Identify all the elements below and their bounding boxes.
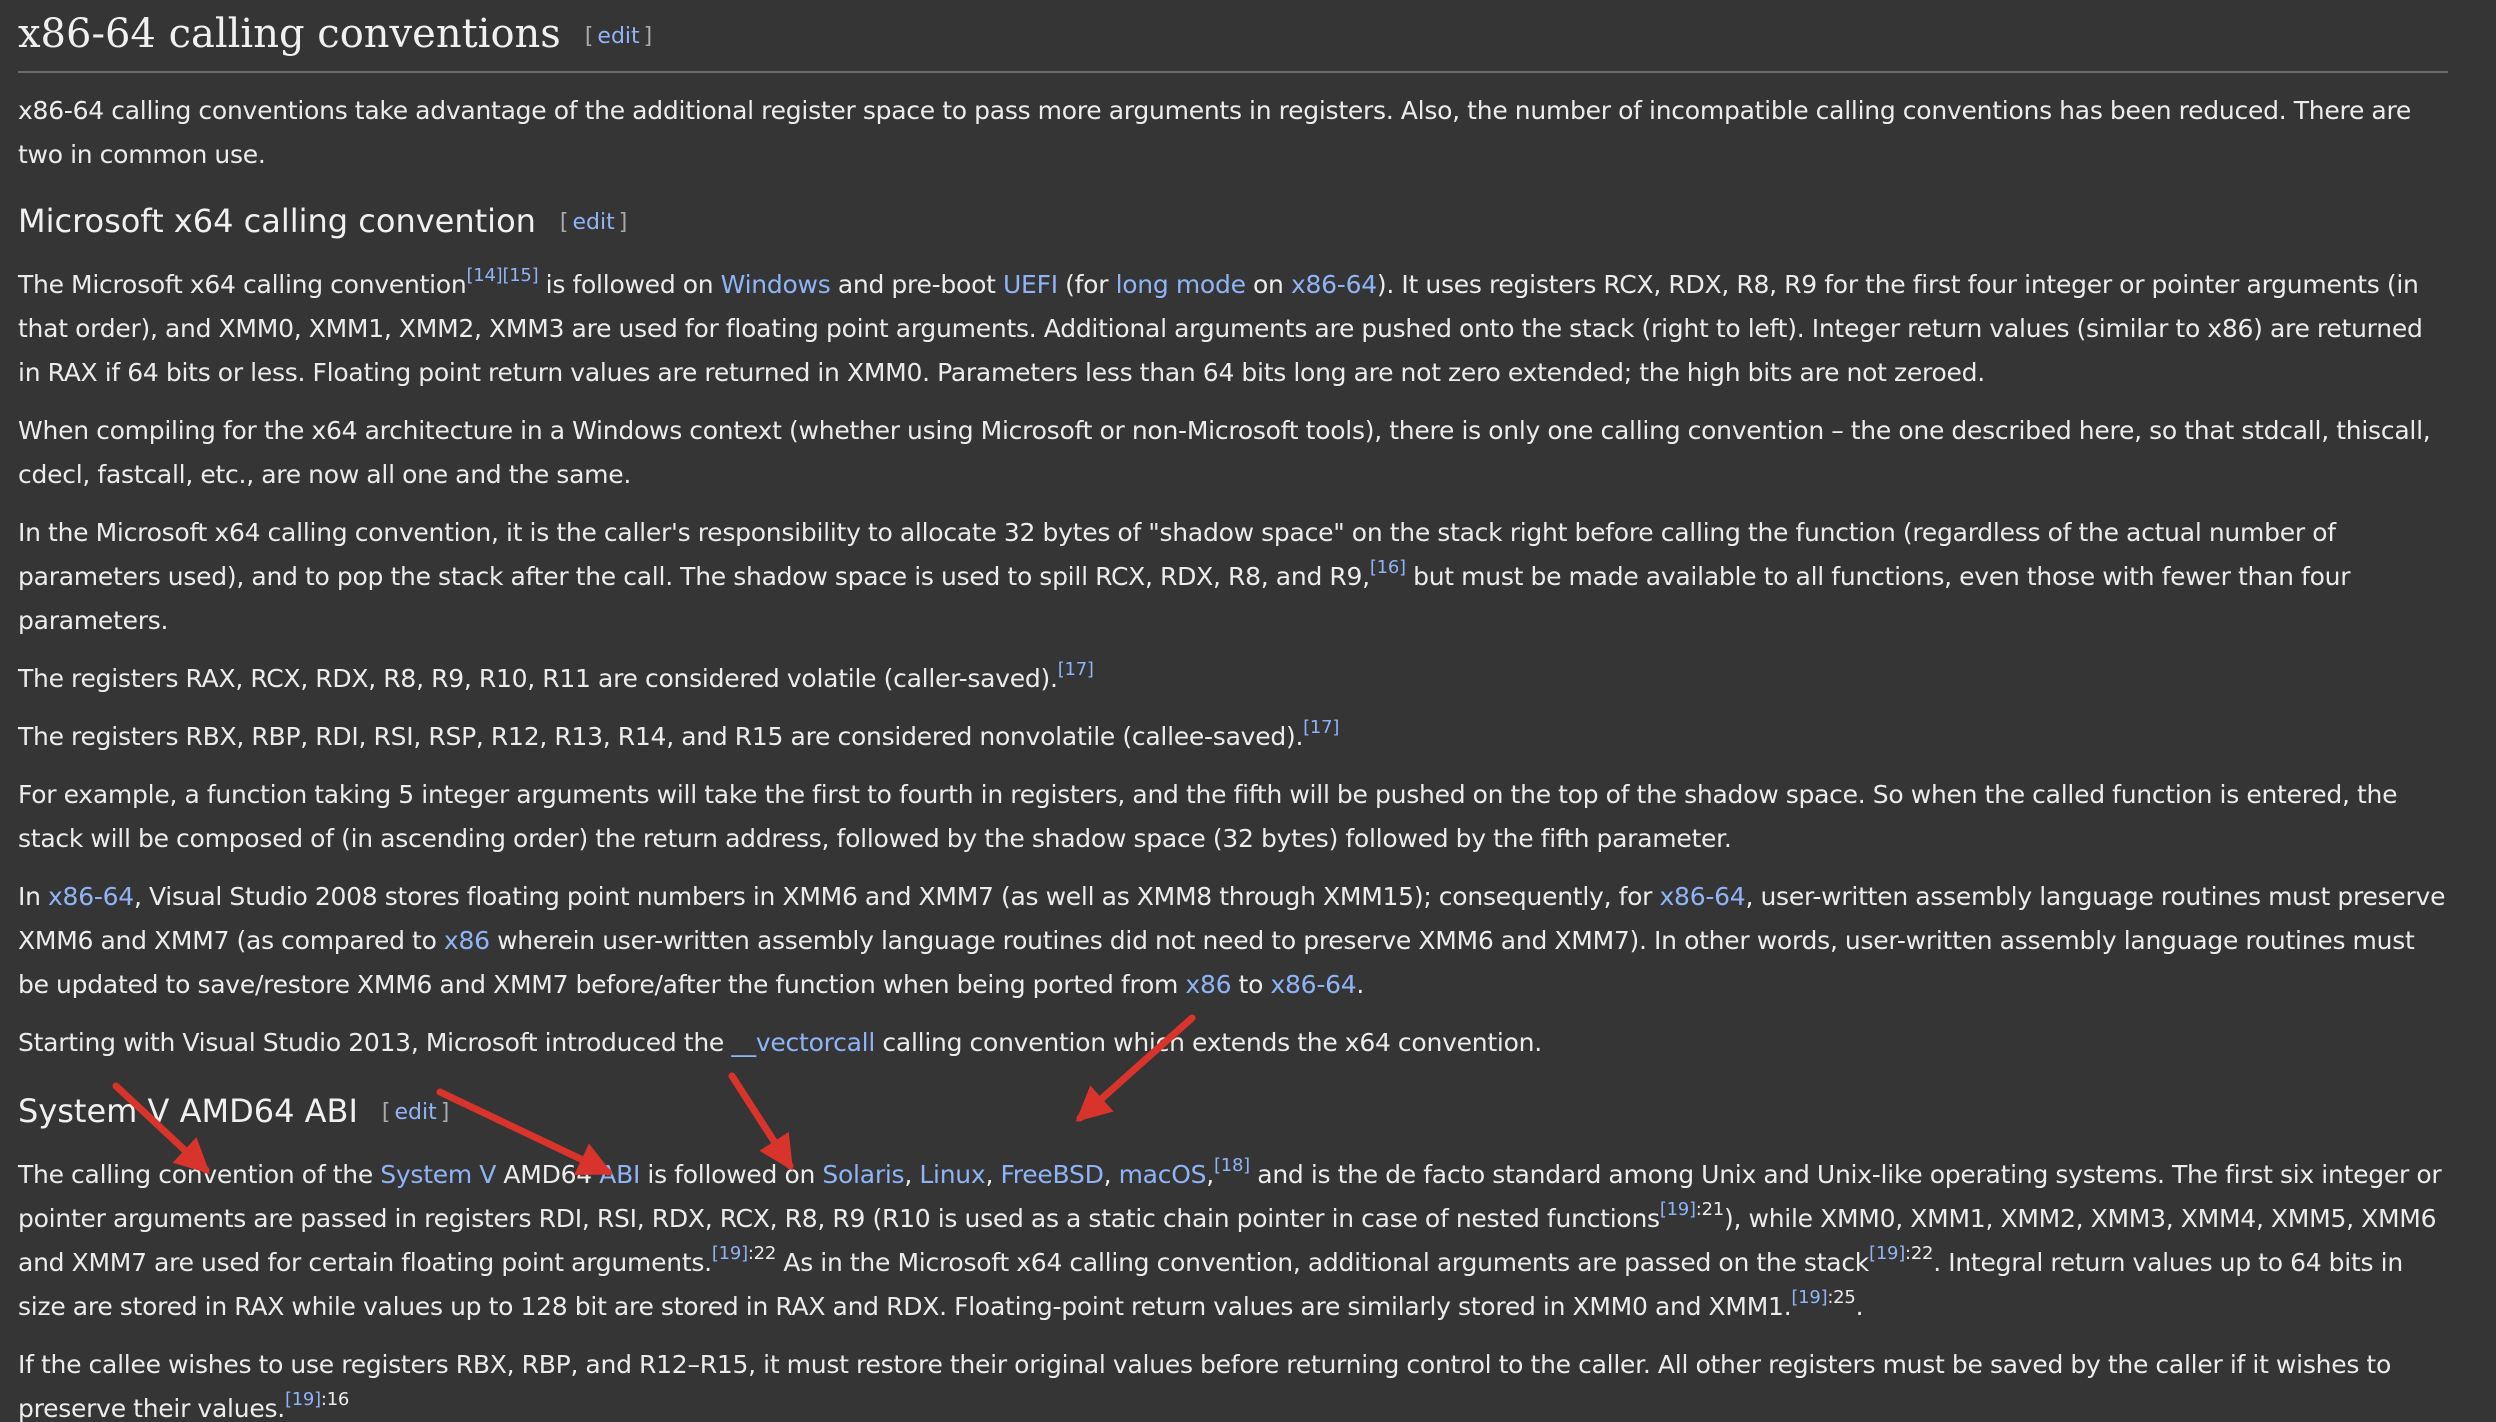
ms-paragraph-7: In x86-64, Visual Studio 2008 stores flo… [18, 882, 2446, 999]
link-x86-64[interactable]: x86-64 [48, 882, 134, 911]
link-long-mode[interactable]: long mode [1116, 270, 1246, 299]
citation-link-15[interactable]: [15] [502, 265, 538, 286]
intro-paragraph: x86-64 calling conventions take advantag… [18, 96, 2412, 169]
citation: [16] [1370, 557, 1406, 578]
link-x86-64[interactable]: x86-64 [1660, 882, 1746, 911]
link-uefi[interactable]: UEFI [1003, 270, 1058, 299]
edit-link[interactable]: edit [394, 1100, 436, 1125]
link-system-v[interactable]: System V [380, 1160, 496, 1189]
edit-section-microsoft: [edit] [559, 210, 628, 235]
section-heading-system-v: System V AMD64 ABI[edit] [18, 1092, 450, 1130]
citation-link-19[interactable]: [19] [1660, 1199, 1696, 1220]
ms-paragraph-5: The registers RBX, RBP, RDI, RSI, RSP, R… [18, 717, 1340, 752]
citation-link-19[interactable]: [19] [285, 1389, 321, 1410]
citation: [19]:22 [711, 1243, 777, 1264]
link-windows[interactable]: Windows [721, 270, 831, 299]
citation: [19]:22 [1869, 1243, 1934, 1264]
edit-link[interactable]: edit [573, 210, 615, 235]
link-x86[interactable]: x86 [444, 926, 490, 955]
link-x86-64[interactable]: x86-64 [1270, 970, 1356, 999]
citation: [17] [1058, 659, 1094, 680]
ms-paragraph-8: Starting with Visual Studio 2013, Micros… [18, 1028, 1542, 1057]
citation-link-19[interactable]: [19] [1869, 1243, 1905, 1264]
citation: [19]:25 [1791, 1287, 1856, 1308]
link-freebsd[interactable]: FreeBSD [1000, 1160, 1103, 1189]
ms-paragraph-3: In the Microsoft x64 calling convention,… [18, 518, 2351, 635]
citation-link-16[interactable]: [16] [1370, 557, 1406, 578]
citation-link-17[interactable]: [17] [1058, 659, 1094, 680]
link-linux[interactable]: Linux [919, 1160, 985, 1189]
citation: [19]:21 [1659, 1199, 1724, 1220]
sysv-paragraph-2: If the callee wishes to use registers RB… [18, 1350, 2391, 1422]
citation: [14][15] [466, 265, 538, 286]
link-macos[interactable]: macOS [1119, 1160, 1207, 1189]
ms-paragraph-6: For example, a function taking 5 integer… [18, 780, 2398, 853]
ms-paragraph-4: The registers RAX, RCX, RDX, R8, R9, R10… [18, 659, 1094, 694]
ms-paragraph-2: When compiling for the x64 architecture … [18, 416, 2431, 489]
citation: [19]:16 [284, 1389, 350, 1410]
link-vectorcall[interactable]: __vectorcall [731, 1028, 875, 1057]
citation-link-19[interactable]: [19] [712, 1243, 748, 1264]
section-heading-microsoft: Microsoft x64 calling convention[edit] [18, 202, 628, 240]
page-title: x86-64 calling conventions [edit] [18, 2, 2448, 73]
citation: [18] [1214, 1155, 1250, 1176]
citation-link-18[interactable]: [18] [1214, 1155, 1250, 1176]
link-abi[interactable]: ABI [599, 1160, 640, 1189]
edit-section-system-v: [edit] [381, 1100, 450, 1125]
ms-paragraph-1: The Microsoft x64 calling convention[14]… [18, 265, 2423, 388]
citation-link-14[interactable]: [14] [466, 265, 502, 286]
link-solaris[interactable]: Solaris [822, 1160, 904, 1189]
edit-link[interactable]: edit [597, 24, 639, 49]
citation-link-17[interactable]: [17] [1303, 717, 1339, 738]
citation-link-19[interactable]: [19] [1791, 1287, 1827, 1308]
link-x86[interactable]: x86 [1185, 970, 1231, 999]
link-x86-64[interactable]: x86-64 [1291, 270, 1377, 299]
edit-section-title: [edit] [584, 24, 653, 49]
article-content: x86-64 calling conventions [edit] x86-64 … [18, 0, 2448, 1422]
sysv-paragraph-1: The calling convention of the System V A… [18, 1155, 2442, 1322]
citation: [17] [1303, 717, 1339, 738]
page-title-text: x86-64 calling conventions [18, 11, 561, 57]
